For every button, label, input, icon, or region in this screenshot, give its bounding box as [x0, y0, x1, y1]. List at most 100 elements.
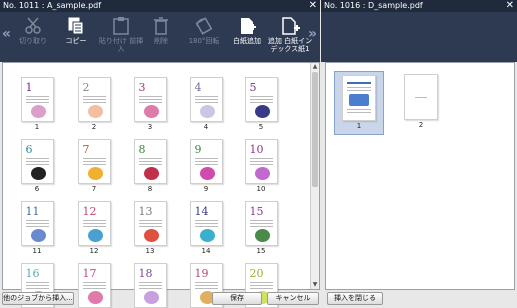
text-line	[138, 99, 162, 100]
text-line	[82, 285, 106, 286]
page-thumbnail[interactable]: 22	[76, 77, 112, 131]
page-preview-number: 20	[249, 267, 264, 280]
copy-button[interactable]: コピー	[55, 14, 97, 60]
text-line	[249, 288, 273, 289]
page-number-label: 1	[356, 122, 362, 130]
page-number-label: 14	[201, 247, 211, 255]
scroll-down-icon[interactable]: ▼	[311, 281, 319, 289]
page-preview-number: 15	[249, 205, 264, 218]
text-line	[82, 226, 106, 227]
page-preview-number: 2	[82, 81, 90, 94]
page-thumbnail[interactable]: 12 12	[76, 201, 112, 255]
close-right-icon[interactable]: ✕	[506, 0, 514, 12]
page-preview-number: 1	[25, 81, 33, 94]
rotate-button[interactable]: 180°回転	[183, 14, 225, 60]
add-index-line2: デックス紙1	[270, 45, 310, 53]
page-illustration	[30, 167, 46, 180]
text-line	[25, 96, 49, 97]
page-preview: 7	[77, 139, 111, 184]
text-line	[194, 226, 218, 227]
page-number-label: 9	[203, 185, 209, 193]
page-thumbnail[interactable]: 1818	[132, 263, 168, 308]
right-page-thumbnail-1[interactable]: 1	[334, 71, 384, 135]
copy-icon	[68, 17, 84, 35]
scrollbar-thumb[interactable]	[312, 72, 318, 187]
page-preview: 2	[77, 77, 111, 122]
text-line	[138, 158, 162, 159]
page-thumbnail[interactable]: 77	[76, 139, 112, 193]
page-preview: 5	[244, 77, 278, 122]
page-preview-number: 5	[249, 81, 257, 94]
page-number-label: 1	[34, 123, 40, 131]
page-preview: 6	[20, 139, 54, 184]
page-number-label: 15	[256, 247, 266, 255]
page-thumbnail[interactable]: 1717	[76, 263, 112, 308]
text-line	[138, 226, 162, 227]
left-window-title: No. 1011 : A_sample.pdf	[3, 1, 102, 10]
page-thumbnail[interactable]: 11	[19, 77, 55, 131]
cancel-button[interactable]: キャンセル	[267, 292, 319, 305]
trash-icon	[154, 17, 168, 35]
text-line	[249, 161, 273, 162]
text-line	[249, 282, 273, 283]
save-button[interactable]: 保存	[212, 292, 262, 305]
scroll-left-icon[interactable]: «	[2, 26, 11, 42]
text-line	[249, 285, 273, 286]
page-thumbnail[interactable]: 15 15	[243, 201, 279, 255]
paste-insert-button[interactable]: 貼り付け 前挿入	[98, 14, 144, 60]
right-page-grid: 1 2	[325, 62, 515, 290]
page-number-label: 2	[91, 123, 97, 131]
text-line	[194, 161, 218, 162]
scroll-right-icon[interactable]: »	[308, 26, 317, 42]
page-preview-number: 17	[82, 267, 97, 280]
page-preview-number: 13	[138, 205, 153, 218]
text-line	[194, 282, 218, 283]
vertical-scrollbar[interactable]: ▲ ▼	[310, 63, 319, 289]
right-window-title: No. 1016 : D_sample.pdf	[324, 1, 423, 10]
text-line	[194, 223, 218, 224]
page-thumbnail[interactable]: 55	[243, 77, 279, 131]
page-number-label: 5	[258, 123, 264, 131]
close-left-icon[interactable]: ✕	[309, 0, 317, 12]
scroll-up-icon[interactable]: ▲	[311, 63, 319, 71]
text-line	[25, 161, 49, 162]
page-preview-number: 14	[194, 205, 209, 218]
page-illustration	[87, 167, 103, 180]
page-illustration	[87, 291, 103, 304]
page-thumbnail[interactable]: 11 11	[19, 201, 55, 255]
page-number-label: 3	[147, 123, 153, 131]
page-preview: 13	[133, 201, 167, 246]
page-thumbnail[interactable]: 44	[188, 77, 224, 131]
text-line	[25, 164, 49, 165]
text-line	[82, 99, 106, 100]
text-line	[249, 226, 273, 227]
page-preview: 10	[244, 139, 278, 184]
add-index-page-icon	[282, 17, 300, 35]
cut-button[interactable]: 切り取り	[12, 14, 54, 60]
page-thumbnail[interactable]: 33	[132, 77, 168, 131]
close-insert-button[interactable]: 挿入を閉じる	[327, 292, 383, 305]
page-preview-number: 18	[138, 267, 153, 280]
add-blank-button[interactable]: 白紙追加	[226, 14, 268, 60]
page-illustration	[143, 105, 159, 118]
page-preview-number: 12	[82, 205, 97, 218]
insert-from-other-job-button[interactable]: 他のジョブから挿入...	[2, 292, 74, 305]
page-number-label: 12	[89, 247, 99, 255]
page-thumbnail[interactable]: 66	[19, 139, 55, 193]
text-line	[82, 102, 106, 103]
add-blank-index-button[interactable]: 追加 白紙イン デックス紙1	[267, 14, 313, 60]
page-thumbnail[interactable]: 14 14	[188, 201, 224, 255]
text-line	[25, 226, 49, 227]
right-page-thumbnail-2[interactable]: 2	[396, 71, 446, 135]
page-preview-number: 8	[138, 143, 146, 156]
page-preview-number: 16	[25, 267, 40, 280]
page-thumbnail[interactable]: 13 13	[132, 201, 168, 255]
page-thumbnail[interactable]: 99	[188, 139, 224, 193]
page-number-label: 7	[91, 185, 97, 193]
delete-button[interactable]: 削除	[140, 14, 182, 60]
text-line	[249, 96, 273, 97]
page-thumbnail[interactable]: 88	[132, 139, 168, 193]
text-line	[138, 282, 162, 283]
page-number-label: 10	[256, 185, 266, 193]
page-thumbnail[interactable]: 10 10	[243, 139, 279, 193]
